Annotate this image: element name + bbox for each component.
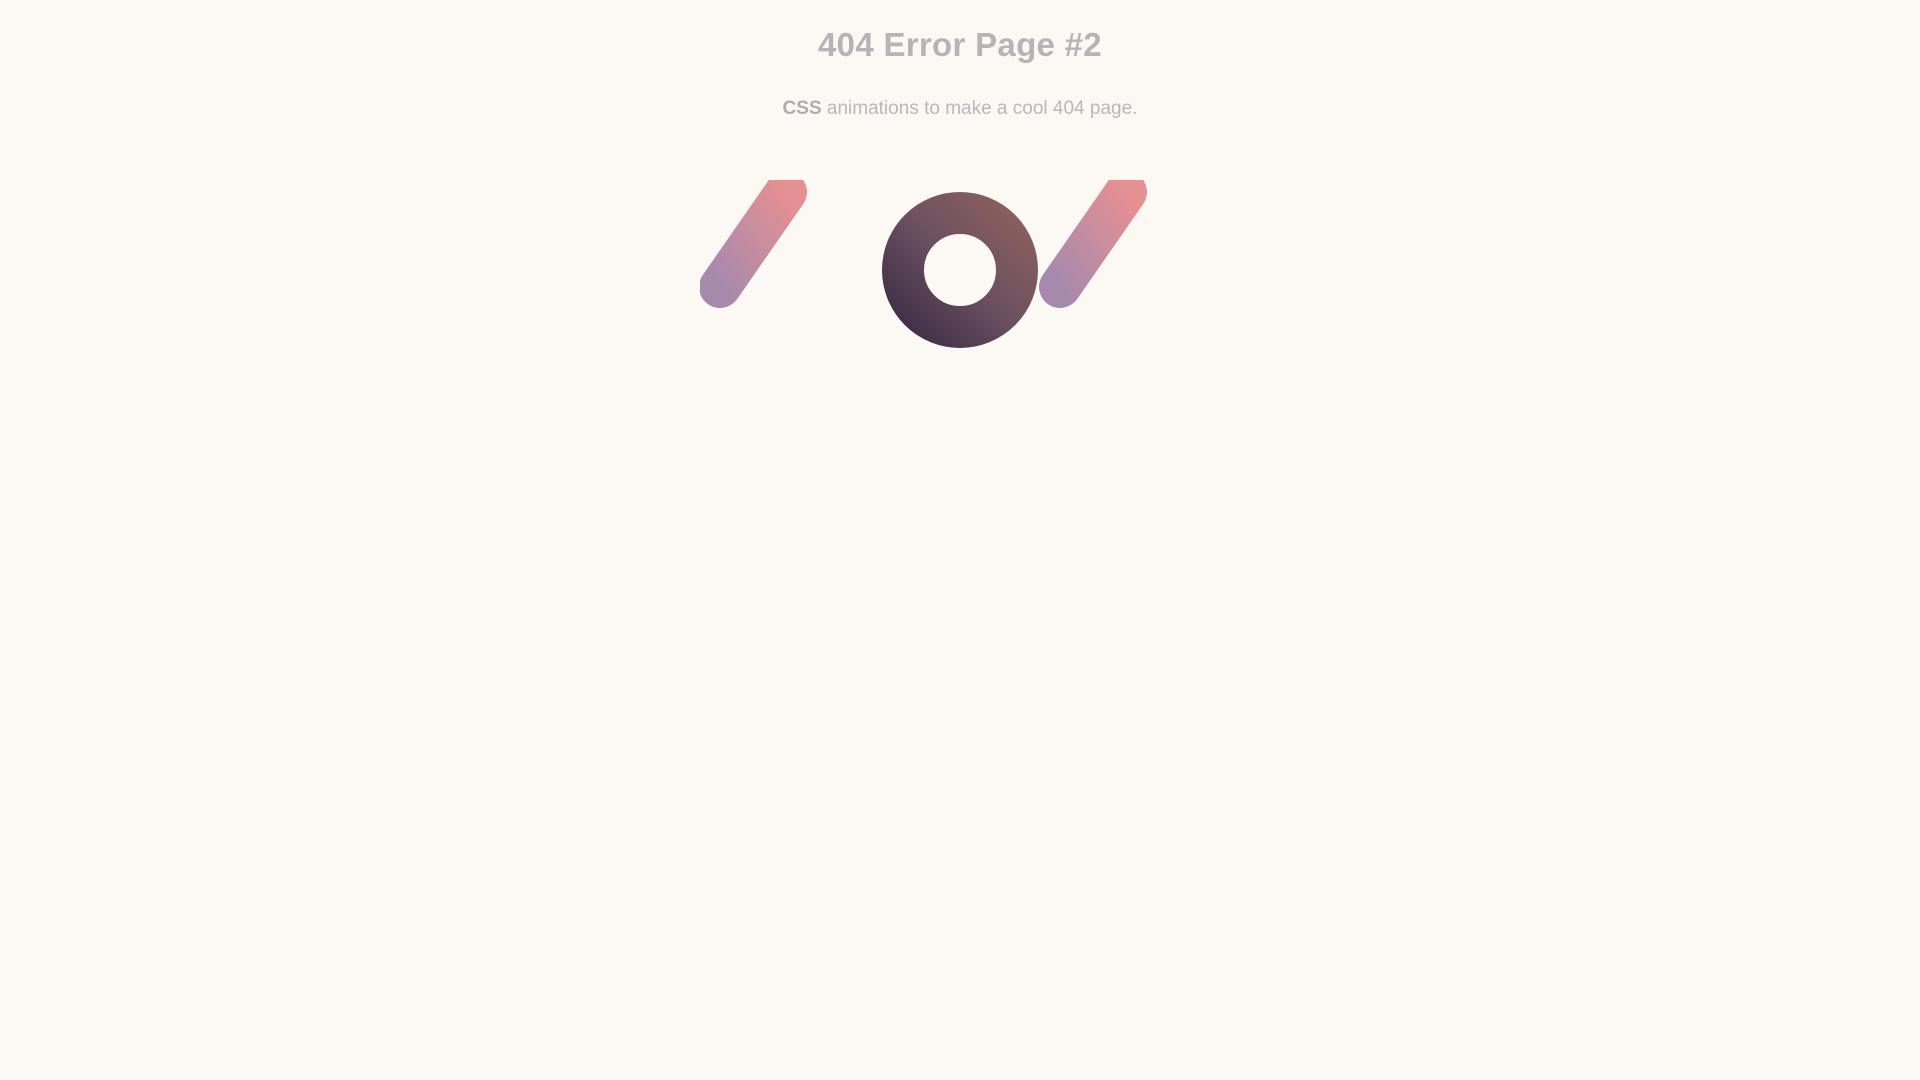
digit-four-right bbox=[1039, 180, 1199, 353]
digit-zero bbox=[882, 192, 1038, 348]
zero-ring bbox=[882, 192, 1038, 348]
digit-four-left bbox=[700, 180, 859, 353]
subtitle-css-keyword: CSS bbox=[782, 98, 822, 119]
subtitle-text: animations to make a cool 404 page. bbox=[821, 98, 1138, 119]
page-subtitle: CSS animations to make a cool 404 page. bbox=[0, 98, 1920, 120]
page-title: 404 Error Page #2 bbox=[818, 26, 1102, 63]
error-page: 404 Error Page #2 CSS animations to make… bbox=[0, 0, 1920, 1080]
error-404-illustration bbox=[700, 180, 1199, 353]
